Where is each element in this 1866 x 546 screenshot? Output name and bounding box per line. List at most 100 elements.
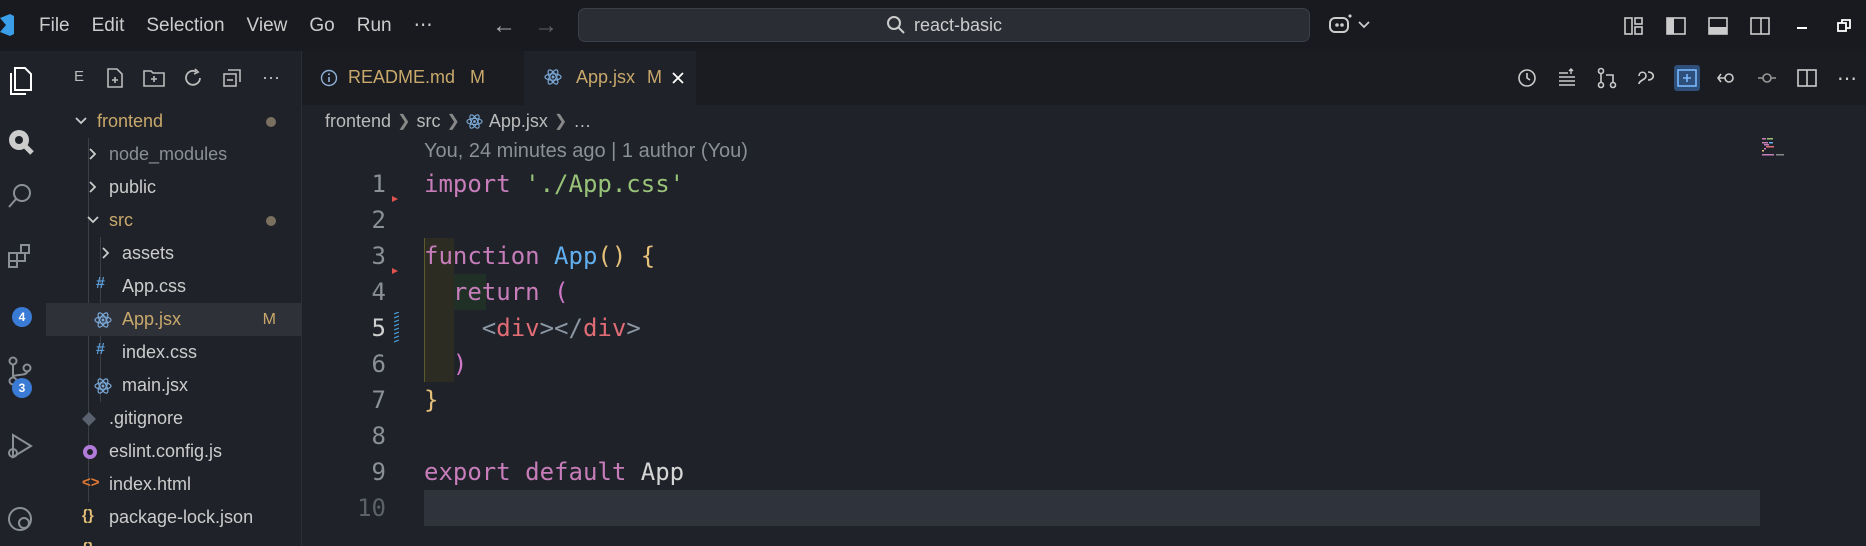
tab-modified-badge: M <box>470 67 485 87</box>
command-center-label: react-basic <box>913 14 1003 35</box>
tree-item-label: assets <box>122 243 175 263</box>
chevron-down-icon <box>1358 21 1370 29</box>
breadcrumb-item-src[interactable]: src <box>416 111 440 132</box>
tree-item-label: main.jsx <box>122 375 189 395</box>
blame-toggle-icon[interactable] <box>1554 65 1580 91</box>
toggle-secondary-sidebar-icon[interactable] <box>1748 14 1772 38</box>
code-line: 6 ) <box>302 346 1866 382</box>
code-editor[interactable]: You, 24 minutes ago | 1 author (You) 1 i… <box>302 136 1866 546</box>
chevron-right-icon <box>102 247 110 259</box>
explorer-sidebar: E ⋯ frontend node_modules public src ass… <box>46 51 302 546</box>
modified-dot <box>266 117 276 127</box>
explorer-icon[interactable] <box>0 61 40 101</box>
tree-item-node-modules[interactable]: node_modules <box>46 138 302 171</box>
code-text: return ( <box>452 278 569 306</box>
tree-item-package-lock[interactable]: {} package-lock.json <box>46 501 302 534</box>
code-text: <div></div> <box>481 314 641 342</box>
open-changes-icon[interactable] <box>1594 65 1620 91</box>
more-actions-icon[interactable]: ⋯ <box>258 65 284 91</box>
tree-item-frontend[interactable]: frontend <box>46 105 302 138</box>
tree-item-partial[interactable]: {} <box>46 534 302 546</box>
breadcrumb-item-frontend[interactable]: frontend <box>325 111 391 132</box>
breadcrumb-item-app-jsx[interactable]: App.jsx <box>489 111 548 132</box>
blame-annotation[interactable]: You, 24 minutes ago | 1 author (You) <box>424 140 748 163</box>
css-file-icon: # <box>96 341 105 358</box>
compare-icon[interactable] <box>1634 65 1660 91</box>
tree-item-assets[interactable]: assets <box>46 237 302 270</box>
tree-item-label: eslint.config.js <box>109 441 223 461</box>
tree-item-label: src <box>109 210 133 230</box>
current-line-highlight <box>424 490 1760 526</box>
tree-item-eslint-config[interactable]: eslint.config.js <box>46 435 302 468</box>
command-center-search[interactable]: react-basic <box>578 8 1310 42</box>
refresh-icon[interactable] <box>180 65 206 91</box>
tree-item-main-jsx[interactable]: main.jsx <box>46 369 302 402</box>
deleted-lines-marker-icon[interactable] <box>392 196 398 202</box>
timeline-history-icon[interactable] <box>1514 65 1540 91</box>
code-line: 2 <box>302 196 1866 238</box>
menu-selection[interactable]: Selection <box>135 0 235 51</box>
tab-label: App.jsx <box>576 67 636 87</box>
customize-layout-icon[interactable] <box>1622 14 1646 38</box>
json-file-icon: {} <box>82 540 94 546</box>
run-debug-icon[interactable] <box>0 426 40 466</box>
close-icon[interactable] <box>670 70 686 86</box>
new-file-icon[interactable] <box>102 65 128 91</box>
tree-item-public[interactable]: public <box>46 171 302 204</box>
tab-app-jsx[interactable]: App.jsx M <box>524 51 696 105</box>
breadcrumb-item-symbols[interactable]: … <box>573 111 591 132</box>
code-line-current: 10 <box>302 490 1866 526</box>
more-actions-icon[interactable]: ⋯ <box>1834 65 1860 91</box>
editor-tab-bar: README.md M App.jsx M ⋯ <box>302 51 1866 105</box>
menu-view[interactable]: View <box>236 0 299 51</box>
tree-item-label: public <box>109 177 157 197</box>
tree-item-app-jsx[interactable]: App.jsx M <box>46 303 302 336</box>
menu-go[interactable]: Go <box>298 0 345 51</box>
toggle-primary-sidebar-icon[interactable] <box>1664 14 1688 38</box>
extensions-icon[interactable] <box>0 236 40 276</box>
previous-change-icon[interactable] <box>1714 65 1740 91</box>
modified-badge: M <box>262 310 276 328</box>
tree-item-app-css[interactable]: # App.css <box>46 270 302 303</box>
menu-file[interactable]: File <box>28 0 81 51</box>
react-icon <box>544 69 562 85</box>
navigation-arrows: ← → <box>490 0 560 51</box>
minimize-icon[interactable] <box>1790 14 1814 38</box>
split-editor-icon[interactable] <box>1794 65 1820 91</box>
remote-explorer-icon[interactable] <box>0 499 40 539</box>
react-icon <box>466 113 483 129</box>
back-arrow-icon[interactable]: ← <box>490 12 518 40</box>
tree-item-index-html[interactable]: <> index.html <box>46 468 302 501</box>
line-number: 9 <box>371 458 386 486</box>
deleted-lines-marker-icon[interactable] <box>392 268 398 274</box>
react-icon <box>94 312 112 328</box>
toggle-panel-icon[interactable] <box>1706 14 1730 38</box>
tab-readme[interactable]: README.md M <box>302 51 524 105</box>
chevron-down-icon <box>75 117 87 125</box>
search-view-icon[interactable] <box>0 176 40 216</box>
line-number: 5 <box>371 314 386 342</box>
menu-edit[interactable]: Edit <box>81 0 136 51</box>
forward-arrow-icon[interactable]: → <box>532 12 560 40</box>
tree-item-src[interactable]: src <box>46 204 302 237</box>
react-icon <box>94 378 112 394</box>
breadcrumb: frontend ❯ src ❯ App.jsx ❯ … <box>325 109 591 133</box>
next-change-icon[interactable] <box>1754 65 1780 91</box>
extension-view-icon[interactable] <box>0 121 40 161</box>
tree-item-label: App.jsx <box>122 309 182 329</box>
tree-item-gitignore[interactable]: .gitignore <box>46 402 302 435</box>
menu-more[interactable]: ⋯ <box>403 0 444 51</box>
menu-run[interactable]: Run <box>346 0 403 51</box>
modified-lines-marker-icon[interactable] <box>394 312 399 344</box>
tree-item-label: App.css <box>122 276 187 296</box>
extensions-badge: 4 <box>12 307 32 327</box>
new-folder-icon[interactable] <box>141 65 167 91</box>
minimap[interactable] <box>1762 136 1792 160</box>
restore-icon[interactable] <box>1832 14 1856 38</box>
collapse-all-icon[interactable] <box>219 65 245 91</box>
copilot-button[interactable] <box>1328 12 1376 38</box>
line-number: 7 <box>371 386 386 414</box>
code-text: function App() { <box>424 242 656 270</box>
inline-diff-icon[interactable] <box>1674 65 1700 91</box>
tree-item-index-css[interactable]: # index.css <box>46 336 302 369</box>
